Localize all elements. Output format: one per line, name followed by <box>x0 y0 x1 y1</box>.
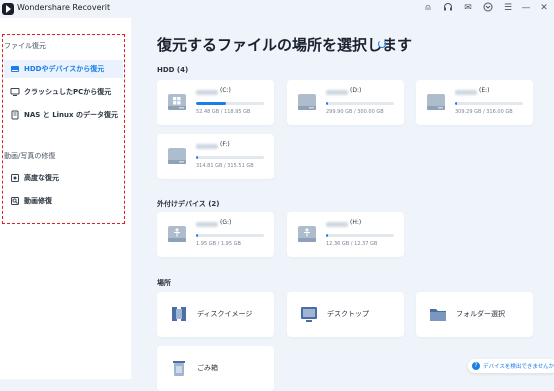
location-label: デスクトップ <box>327 310 369 318</box>
hdd-drive-card[interactable]: (F:) 314.81 GB / 315.51 GB <box>157 134 274 179</box>
location-card-trash[interactable]: ごみ箱 <box>157 346 274 391</box>
page-title: 復元するファイルの場所を選択します <box>157 36 413 54</box>
sidebar-item-label: HDDやデバイスから復元 <box>24 65 105 73</box>
sidebar-item-crashed-pc[interactable]: クラッシュしたPCから復元 <box>4 83 123 101</box>
sidebar-item-video-repair[interactable]: 動画修復 <box>4 192 123 210</box>
gift-icon[interactable] <box>482 2 494 14</box>
drive-label-redacted <box>196 144 218 149</box>
drive-letter: (E:) <box>479 87 490 94</box>
usage-bar <box>196 234 264 237</box>
help-icon: ? <box>472 362 480 370</box>
sidebar-item-advanced-recovery[interactable]: 高度な復元 <box>4 169 123 187</box>
drive-letter: (G:) <box>220 219 232 226</box>
sidebar-section-video-photo-repair: 動画/写真の修復 <box>4 152 56 160</box>
drive-size: 12.36 GB / 12.37 GB <box>326 241 378 247</box>
usb-drive-icon <box>298 226 316 242</box>
mail-icon[interactable]: ✉ <box>462 2 474 14</box>
location-card-folder[interactable]: フォルダー選択 <box>416 292 533 337</box>
usage-bar <box>326 234 394 237</box>
usage-bar-fill <box>326 102 329 105</box>
drive-size: 314.81 GB / 315.51 GB <box>196 163 254 169</box>
usage-bar <box>326 102 394 105</box>
location-label: ごみ箱 <box>197 364 218 372</box>
drive-size: 52.48 GB / 118.95 GB <box>196 109 251 115</box>
advanced-recovery-icon <box>11 174 19 182</box>
usage-bar-fill <box>326 234 329 237</box>
usage-bar-fill <box>196 102 226 105</box>
app-logo-icon <box>2 3 14 15</box>
headset-icon[interactable] <box>442 2 454 14</box>
nas-icon <box>11 110 19 120</box>
usage-bar <box>455 102 523 105</box>
drive-letter: (H:) <box>350 219 362 226</box>
hdd-group-label: HDD (4) <box>157 66 189 74</box>
external-drive-card[interactable]: (H:) 12.36 GB / 12.37 GB <box>287 212 404 257</box>
drive-letter: (C:) <box>220 87 231 94</box>
trash-icon <box>173 361 185 376</box>
sidebar-item-hdd-recovery[interactable]: HDDやデバイスから復元 <box>4 60 123 78</box>
drive-icon <box>168 94 186 110</box>
location-card-disk-image[interactable]: ディスクイメージ <box>157 292 274 337</box>
hdd-drive-card[interactable]: (C:) 52.48 GB / 118.95 GB <box>157 80 274 125</box>
sidebar-item-label: NAS と Linux のデータ復元 <box>24 111 118 119</box>
drive-label-redacted <box>455 90 477 95</box>
drive-letter: (D:) <box>350 87 362 94</box>
title-bar: Wondershare Recoverit ⍝ ✉ ☰ — ✕ <box>0 0 554 18</box>
usb-drive-icon <box>168 226 186 242</box>
app-title: Wondershare Recoverit <box>17 3 111 12</box>
sidebar-item-nas-linux[interactable]: NAS と Linux のデータ復元 <box>4 106 123 124</box>
sidebar: ファイル復元 HDDやデバイスから復元 クラッシュしたPCから復元 NAS と … <box>0 18 131 379</box>
usage-bar <box>196 156 264 159</box>
minimize-icon[interactable]: — <box>520 2 532 14</box>
pc-icon <box>10 88 20 96</box>
video-repair-icon <box>11 197 19 205</box>
drive-icon <box>298 94 316 110</box>
usage-bar-fill <box>196 234 199 237</box>
hdd-drive-card[interactable]: (D:) 299.90 GB / 300.00 GB <box>287 80 404 125</box>
sidebar-item-label: 動画修復 <box>24 197 52 205</box>
folder-icon <box>430 309 446 321</box>
drive-label-redacted <box>196 90 218 95</box>
menu-icon[interactable]: ☰ <box>502 2 514 14</box>
drive-label-redacted <box>196 222 218 227</box>
usage-bar <box>196 102 264 105</box>
sidebar-item-label: 高度な復元 <box>24 174 59 182</box>
user-icon[interactable]: ⍝ <box>422 2 434 14</box>
sidebar-item-label: クラッシュしたPCから復元 <box>24 88 112 96</box>
drive-icon <box>427 94 445 110</box>
external-group-label: 外付けデバイス (2) <box>157 200 220 208</box>
sidebar-section-file-recovery: ファイル復元 <box>4 42 46 50</box>
drive-size: 1.95 GB / 1.95 GB <box>196 241 241 247</box>
usage-bar-fill <box>455 102 458 105</box>
refresh-icon[interactable] <box>378 40 386 48</box>
hdd-drive-card[interactable]: (E:) 309.29 GB / 316.00 GB <box>416 80 533 125</box>
location-label: ディスクイメージ <box>197 310 253 318</box>
device-not-detected-link[interactable]: ? デバイスを検出できませんか？ <box>468 359 554 373</box>
drive-label-redacted <box>326 222 348 227</box>
external-drive-card[interactable]: (G:) 1.95 GB / 1.95 GB <box>157 212 274 257</box>
drive-letter: (F:) <box>220 141 230 148</box>
disk-image-icon <box>172 307 186 321</box>
drive-size: 309.29 GB / 316.00 GB <box>455 109 513 115</box>
location-card-desktop[interactable]: デスクトップ <box>287 292 404 337</box>
usage-bar-fill <box>196 156 199 159</box>
desktop-icon <box>301 307 317 322</box>
help-text: デバイスを検出できませんか？ <box>483 364 554 370</box>
close-icon[interactable]: ✕ <box>538 2 550 14</box>
drive-icon <box>168 148 186 164</box>
location-group-label: 場所 <box>157 279 171 287</box>
location-label: フォルダー選択 <box>456 310 505 318</box>
hdd-icon <box>11 66 19 72</box>
drive-size: 299.90 GB / 300.00 GB <box>326 109 384 115</box>
drive-label-redacted <box>326 90 348 95</box>
